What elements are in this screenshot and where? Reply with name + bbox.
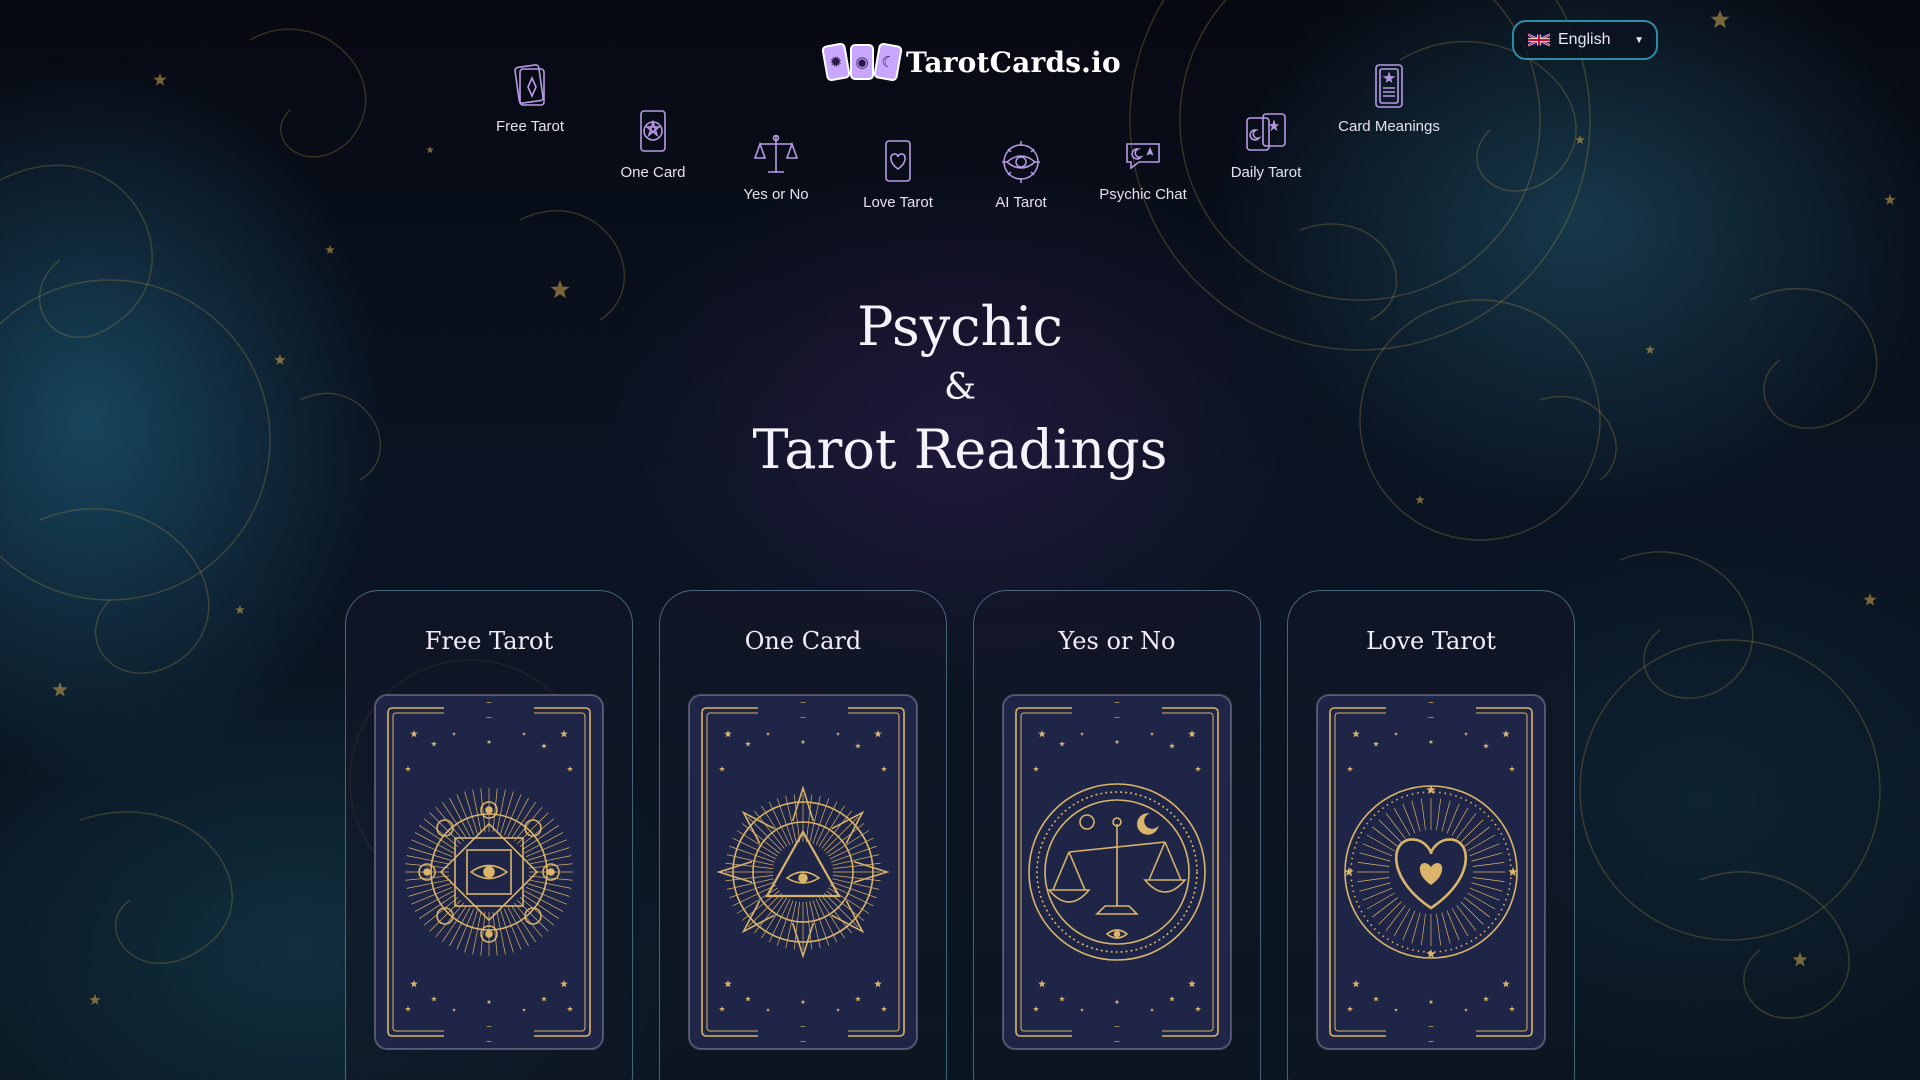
scales-icon bbox=[754, 134, 798, 173]
hero-title: Psychic & Tarot Readings bbox=[660, 292, 1260, 486]
nav-item-ai-tarot[interactable]: AI Tarot bbox=[956, 138, 1086, 211]
nav-label: One Card bbox=[620, 164, 686, 181]
reading-card-free-tarot[interactable]: Free Tarot bbox=[345, 590, 633, 1080]
heart-icon bbox=[1316, 694, 1546, 1050]
chevron-down-icon: ▼ bbox=[1634, 34, 1644, 46]
site-logo[interactable]: ✹ ◉ ☾ TarotCards.io bbox=[821, 42, 1121, 82]
nav-label: Psychic Chat bbox=[1099, 186, 1187, 203]
eye-icon: ◉ bbox=[850, 44, 874, 80]
daily-cards-icon bbox=[1246, 113, 1286, 151]
book-icon bbox=[1375, 64, 1403, 108]
sun-icon: ✹ bbox=[821, 42, 851, 82]
nav-item-one-card[interactable]: One Card bbox=[588, 108, 718, 181]
nav-item-free-tarot[interactable]: Free Tarot bbox=[465, 62, 595, 135]
nav-label: Free Tarot bbox=[495, 118, 565, 135]
nav-item-yes-or-no[interactable]: Yes or No bbox=[711, 130, 841, 203]
logo-cards: ✹ ◉ ☾ bbox=[821, 42, 903, 82]
nav-item-card-meanings[interactable]: Card Meanings bbox=[1324, 62, 1454, 135]
nav-label: Love Tarot bbox=[863, 194, 933, 211]
nav-item-love-tarot[interactable]: Love Tarot bbox=[833, 138, 963, 211]
hero-line-2: Tarot Readings bbox=[752, 418, 1168, 481]
star-card-icon bbox=[640, 110, 666, 152]
reading-card-yes-or-no[interactable]: Yes or No bbox=[973, 590, 1261, 1080]
nav-label: Daily Tarot bbox=[1230, 164, 1302, 181]
uk-flag-icon bbox=[1528, 33, 1550, 47]
language-label: English bbox=[1558, 31, 1611, 48]
nav-label: AI Tarot bbox=[995, 194, 1047, 211]
tarot-card-icon bbox=[514, 64, 545, 106]
triangle-eye-sun-icon bbox=[688, 694, 918, 1050]
brand-name: TarotCards.io bbox=[906, 45, 1121, 79]
language-selector[interactable]: English ▼ bbox=[1512, 20, 1658, 60]
nav-item-daily-tarot[interactable]: Daily Tarot bbox=[1201, 108, 1331, 181]
eye-icon bbox=[1002, 141, 1040, 183]
reading-card-one-card[interactable]: One Card bbox=[659, 590, 947, 1080]
nav-label: Yes or No bbox=[743, 186, 809, 203]
chat-icon bbox=[1126, 143, 1160, 170]
nav-label: Card Meanings bbox=[1338, 118, 1440, 135]
eye-mandala-icon bbox=[374, 694, 604, 1050]
reading-card-title: Love Tarot bbox=[1366, 627, 1496, 655]
reading-card-title: Yes or No bbox=[1058, 627, 1176, 655]
reading-card-title: One Card bbox=[744, 627, 862, 655]
heart-card-icon bbox=[885, 140, 911, 182]
moon-icon: ☾ bbox=[873, 42, 903, 82]
hero-ampersand: & bbox=[943, 367, 977, 408]
nav-item-psychic-chat[interactable]: Psychic Chat bbox=[1078, 130, 1208, 203]
reading-card-title: Free Tarot bbox=[424, 627, 554, 655]
scales-moon-icon bbox=[1002, 694, 1232, 1050]
reading-card-love-tarot[interactable]: Love Tarot bbox=[1287, 590, 1575, 1080]
hero-line-1: Psychic bbox=[857, 295, 1063, 358]
